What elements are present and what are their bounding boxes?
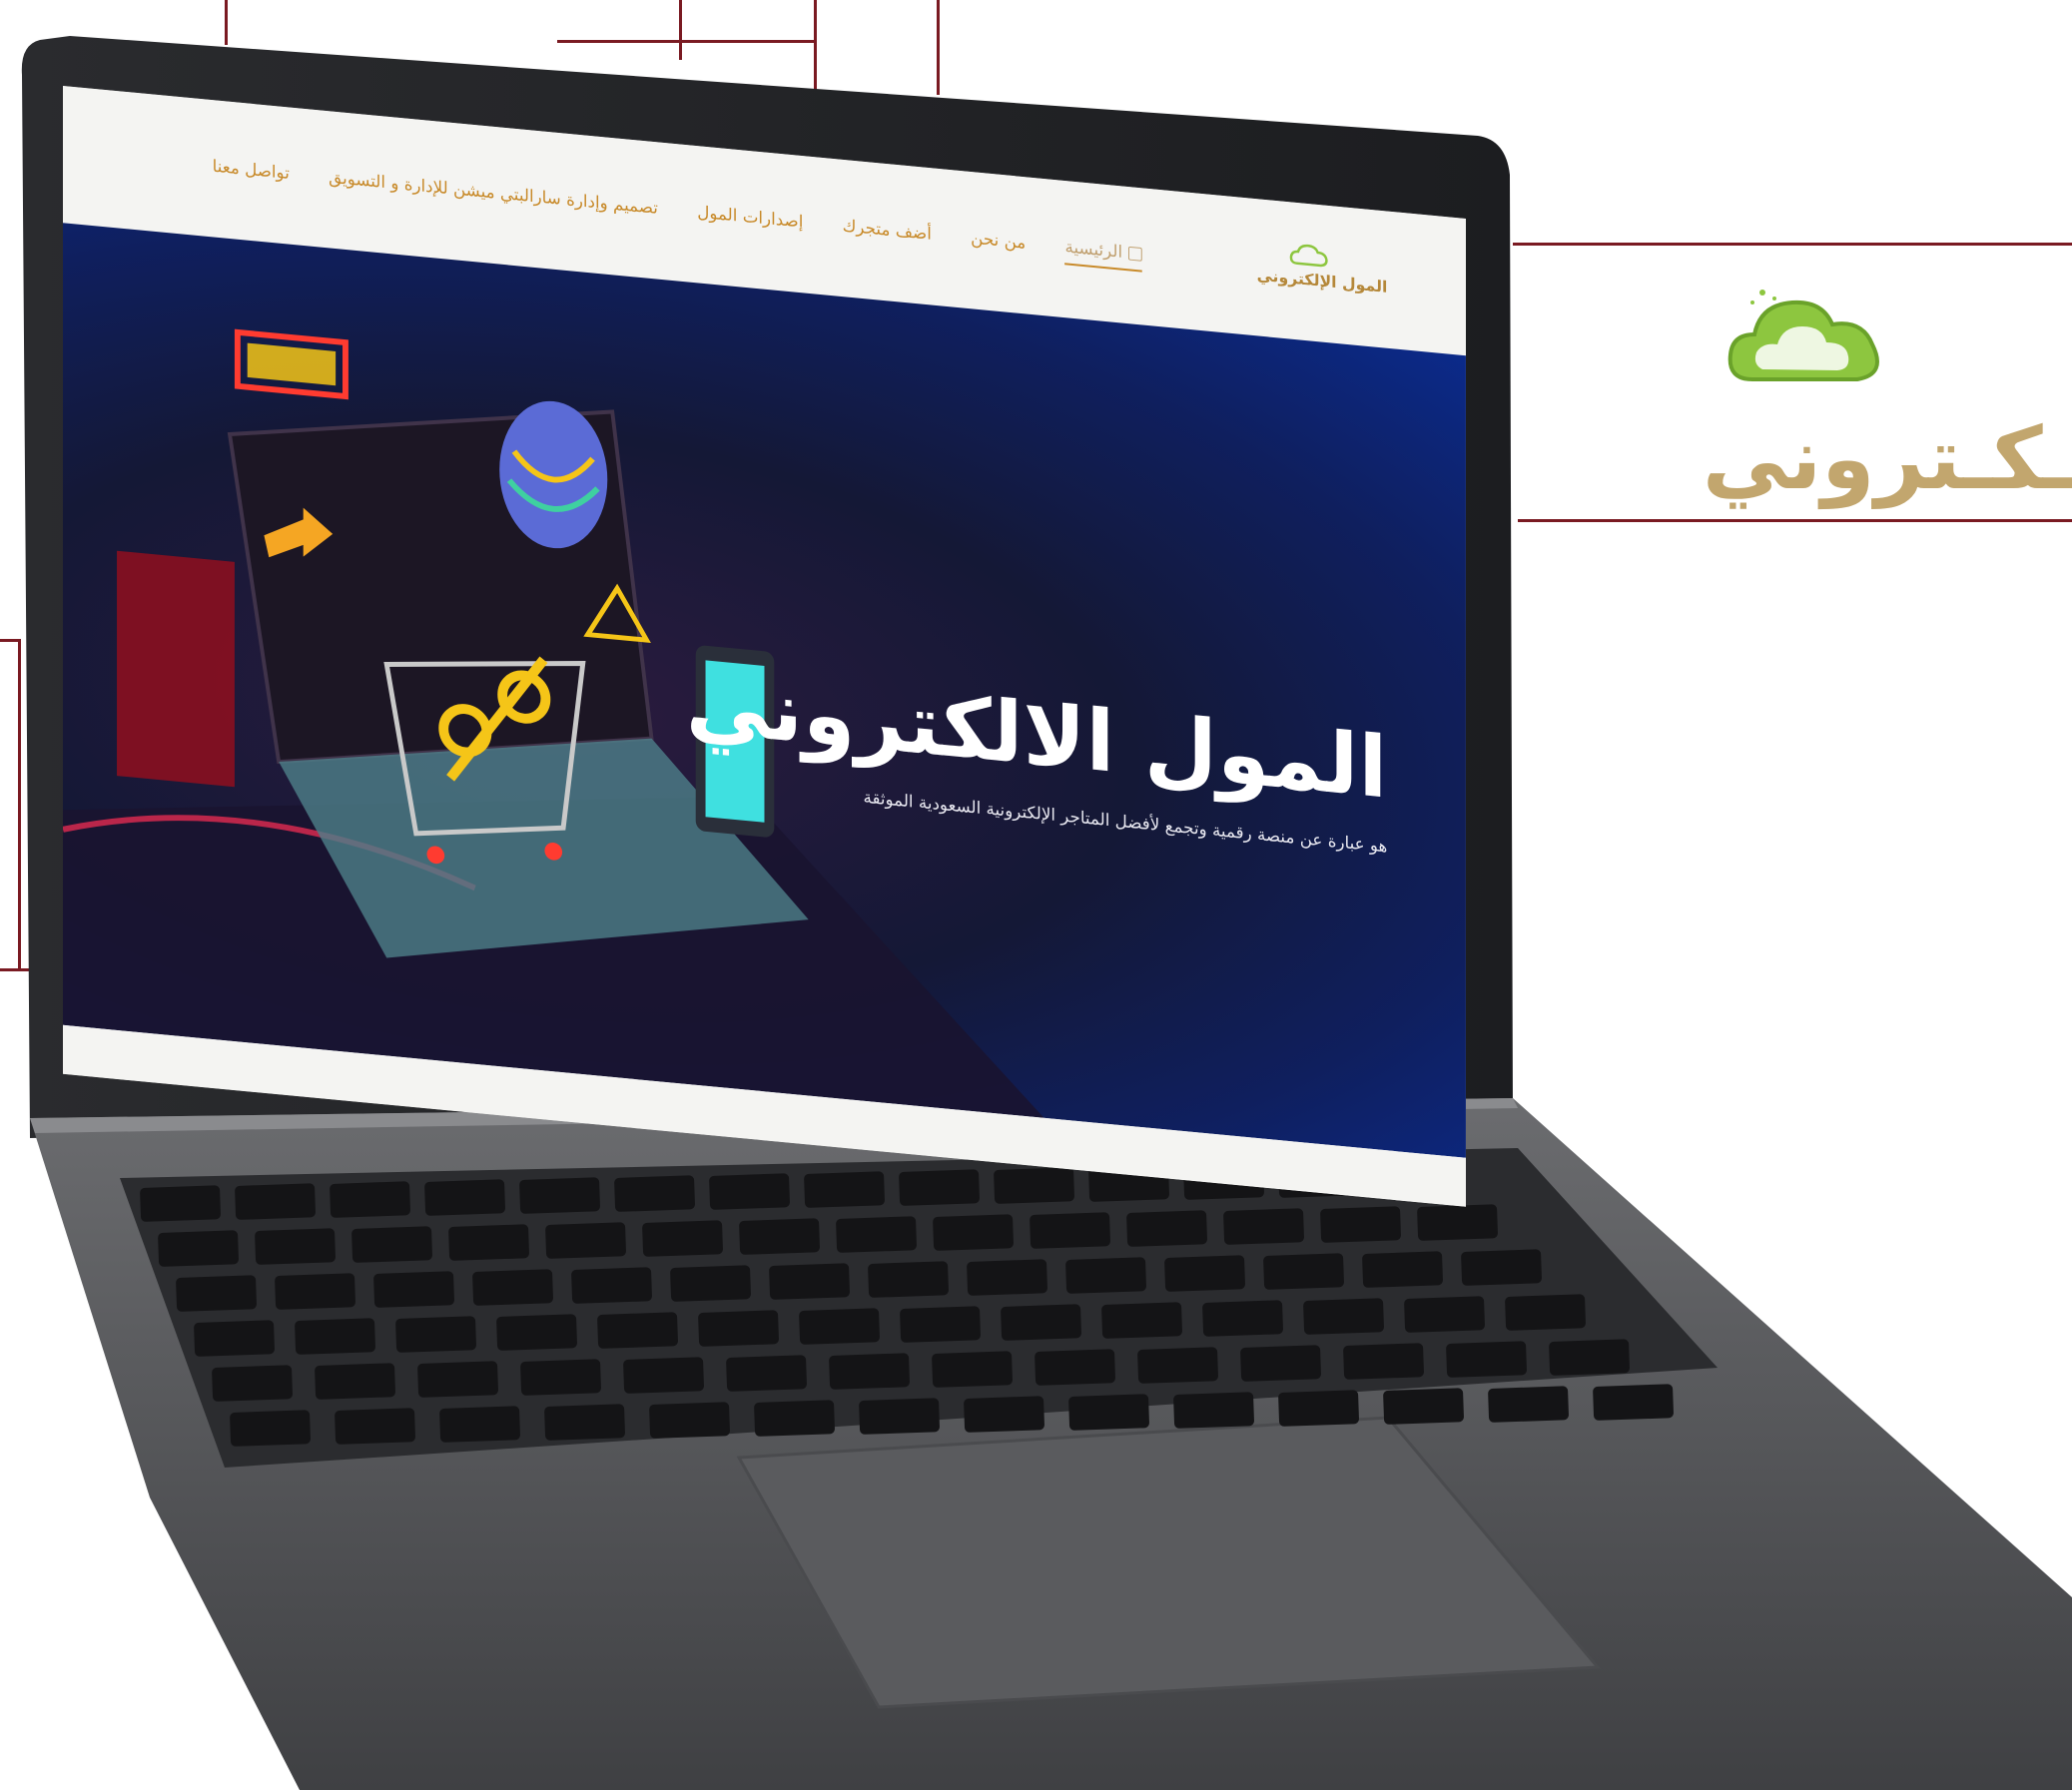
keyboard-key [994,1167,1074,1204]
keyboard-key [1383,1388,1464,1425]
keyboard-key [158,1230,239,1267]
keyboard-key [571,1267,652,1304]
keyboard-key [520,1359,601,1396]
keyboard-key [649,1402,730,1439]
brand-text: المول الإلكتروني [1256,265,1388,297]
keyboard-key [176,1275,257,1312]
keyboard-key [900,1306,981,1343]
laptop-screen: المول الإلكتروني الرئيسية من نحن أضف متج… [63,86,1466,1207]
keyboard-key [804,1171,885,1208]
keyboard-key [1035,1349,1115,1386]
keyboard-key [1202,1300,1283,1337]
keyboard-key [235,1183,316,1220]
keyboard-key [1030,1212,1110,1249]
keyboard-key [899,1169,980,1206]
keyboard-key [295,1318,375,1355]
keyboard-key [1101,1302,1182,1339]
keyboard-key [519,1177,600,1214]
keyboard-key [1240,1345,1321,1382]
keyboard-key [255,1228,336,1265]
keyboard-key [545,1222,626,1259]
keyboard-key [967,1259,1047,1296]
keyboard-key [1068,1394,1149,1431]
keyboard-key [335,1408,415,1445]
keyboard-key [1278,1390,1359,1427]
keyboard-key [1164,1255,1245,1292]
keyboard-key [1303,1298,1384,1335]
nav-item-releases[interactable]: إصدارات المول [697,203,803,240]
nav-item-about[interactable]: من نحن [971,229,1026,262]
keyboard-key [194,1320,275,1357]
keyboard-key [330,1181,410,1218]
keyboard-key [698,1310,779,1347]
keyboard-key [1320,1206,1401,1243]
keyboard-key [1001,1304,1081,1341]
keyboard-key [1404,1296,1485,1333]
keyboard-key [315,1363,395,1400]
keyboard-key [709,1173,790,1210]
nav-item-label: الرئيسية [1064,237,1123,263]
hero-banner: المول الالكتروني هو عبارة عن منصة رقمية … [63,223,1466,1158]
keyboard-key [932,1351,1013,1388]
keyboard-key [1446,1341,1527,1378]
keyboard-key [212,1365,293,1402]
keyboard-key [395,1316,476,1353]
keyboard-key [597,1312,678,1349]
keyboard-key [544,1404,625,1441]
keyboard-key [439,1406,520,1443]
keyboard-key [868,1261,949,1298]
keyboard-key [1417,1204,1498,1241]
keyboard-key [739,1218,820,1255]
keyboard-key [1173,1392,1254,1429]
keyboard-key [614,1175,695,1212]
keyboard-key [140,1185,221,1222]
keyboard-key [726,1355,807,1392]
keyboard-key [1223,1208,1304,1245]
keyboard-key [1126,1210,1207,1247]
keyboard-key [275,1273,355,1310]
keyboard-key [424,1179,505,1216]
keyboard-key [933,1214,1014,1251]
keyboard-key [1461,1249,1542,1286]
keyboard-key [417,1361,498,1398]
keyboard-key [1488,1386,1569,1423]
keyboard-key [373,1271,454,1308]
keyboard-key [964,1396,1044,1433]
keyboard-key [642,1220,723,1257]
nav-item-design-credit[interactable]: تصميم وإدارة سارالبتي ميشن للإدارة و الت… [329,168,658,227]
keyboard-key [754,1400,835,1437]
keyboard-key [836,1216,917,1253]
keyboard-key [670,1265,751,1302]
keyboard-key [1505,1294,1586,1331]
keyboard-key [1263,1253,1344,1290]
keyboard-key [1343,1343,1424,1380]
home-icon [1127,246,1142,262]
keyboard-key [1137,1347,1218,1384]
keyboard-key [1593,1384,1674,1421]
site-brand[interactable]: المول الإلكتروني [1230,236,1387,318]
keyboard-key [859,1398,940,1435]
nav-item-add-store[interactable]: أضف متجرك [843,217,932,253]
keyboard-key [496,1314,577,1351]
keyboard-key [799,1308,880,1345]
nav-item-home[interactable]: الرئيسية [1064,237,1142,273]
keyboard-key [829,1353,910,1390]
keyboard-key [1549,1339,1630,1376]
keyboard-key [769,1263,850,1300]
keyboard-key [623,1357,704,1394]
keyboard-key [448,1224,529,1261]
cloud-icon [1289,244,1328,268]
keyboard-key [1065,1257,1146,1294]
keyboard-key [1362,1251,1443,1288]
keyboard-key [230,1410,311,1447]
keyboard-key [472,1269,553,1306]
keyboard-key [351,1226,432,1263]
nav-item-contact[interactable]: تواصل معنا [213,157,290,192]
